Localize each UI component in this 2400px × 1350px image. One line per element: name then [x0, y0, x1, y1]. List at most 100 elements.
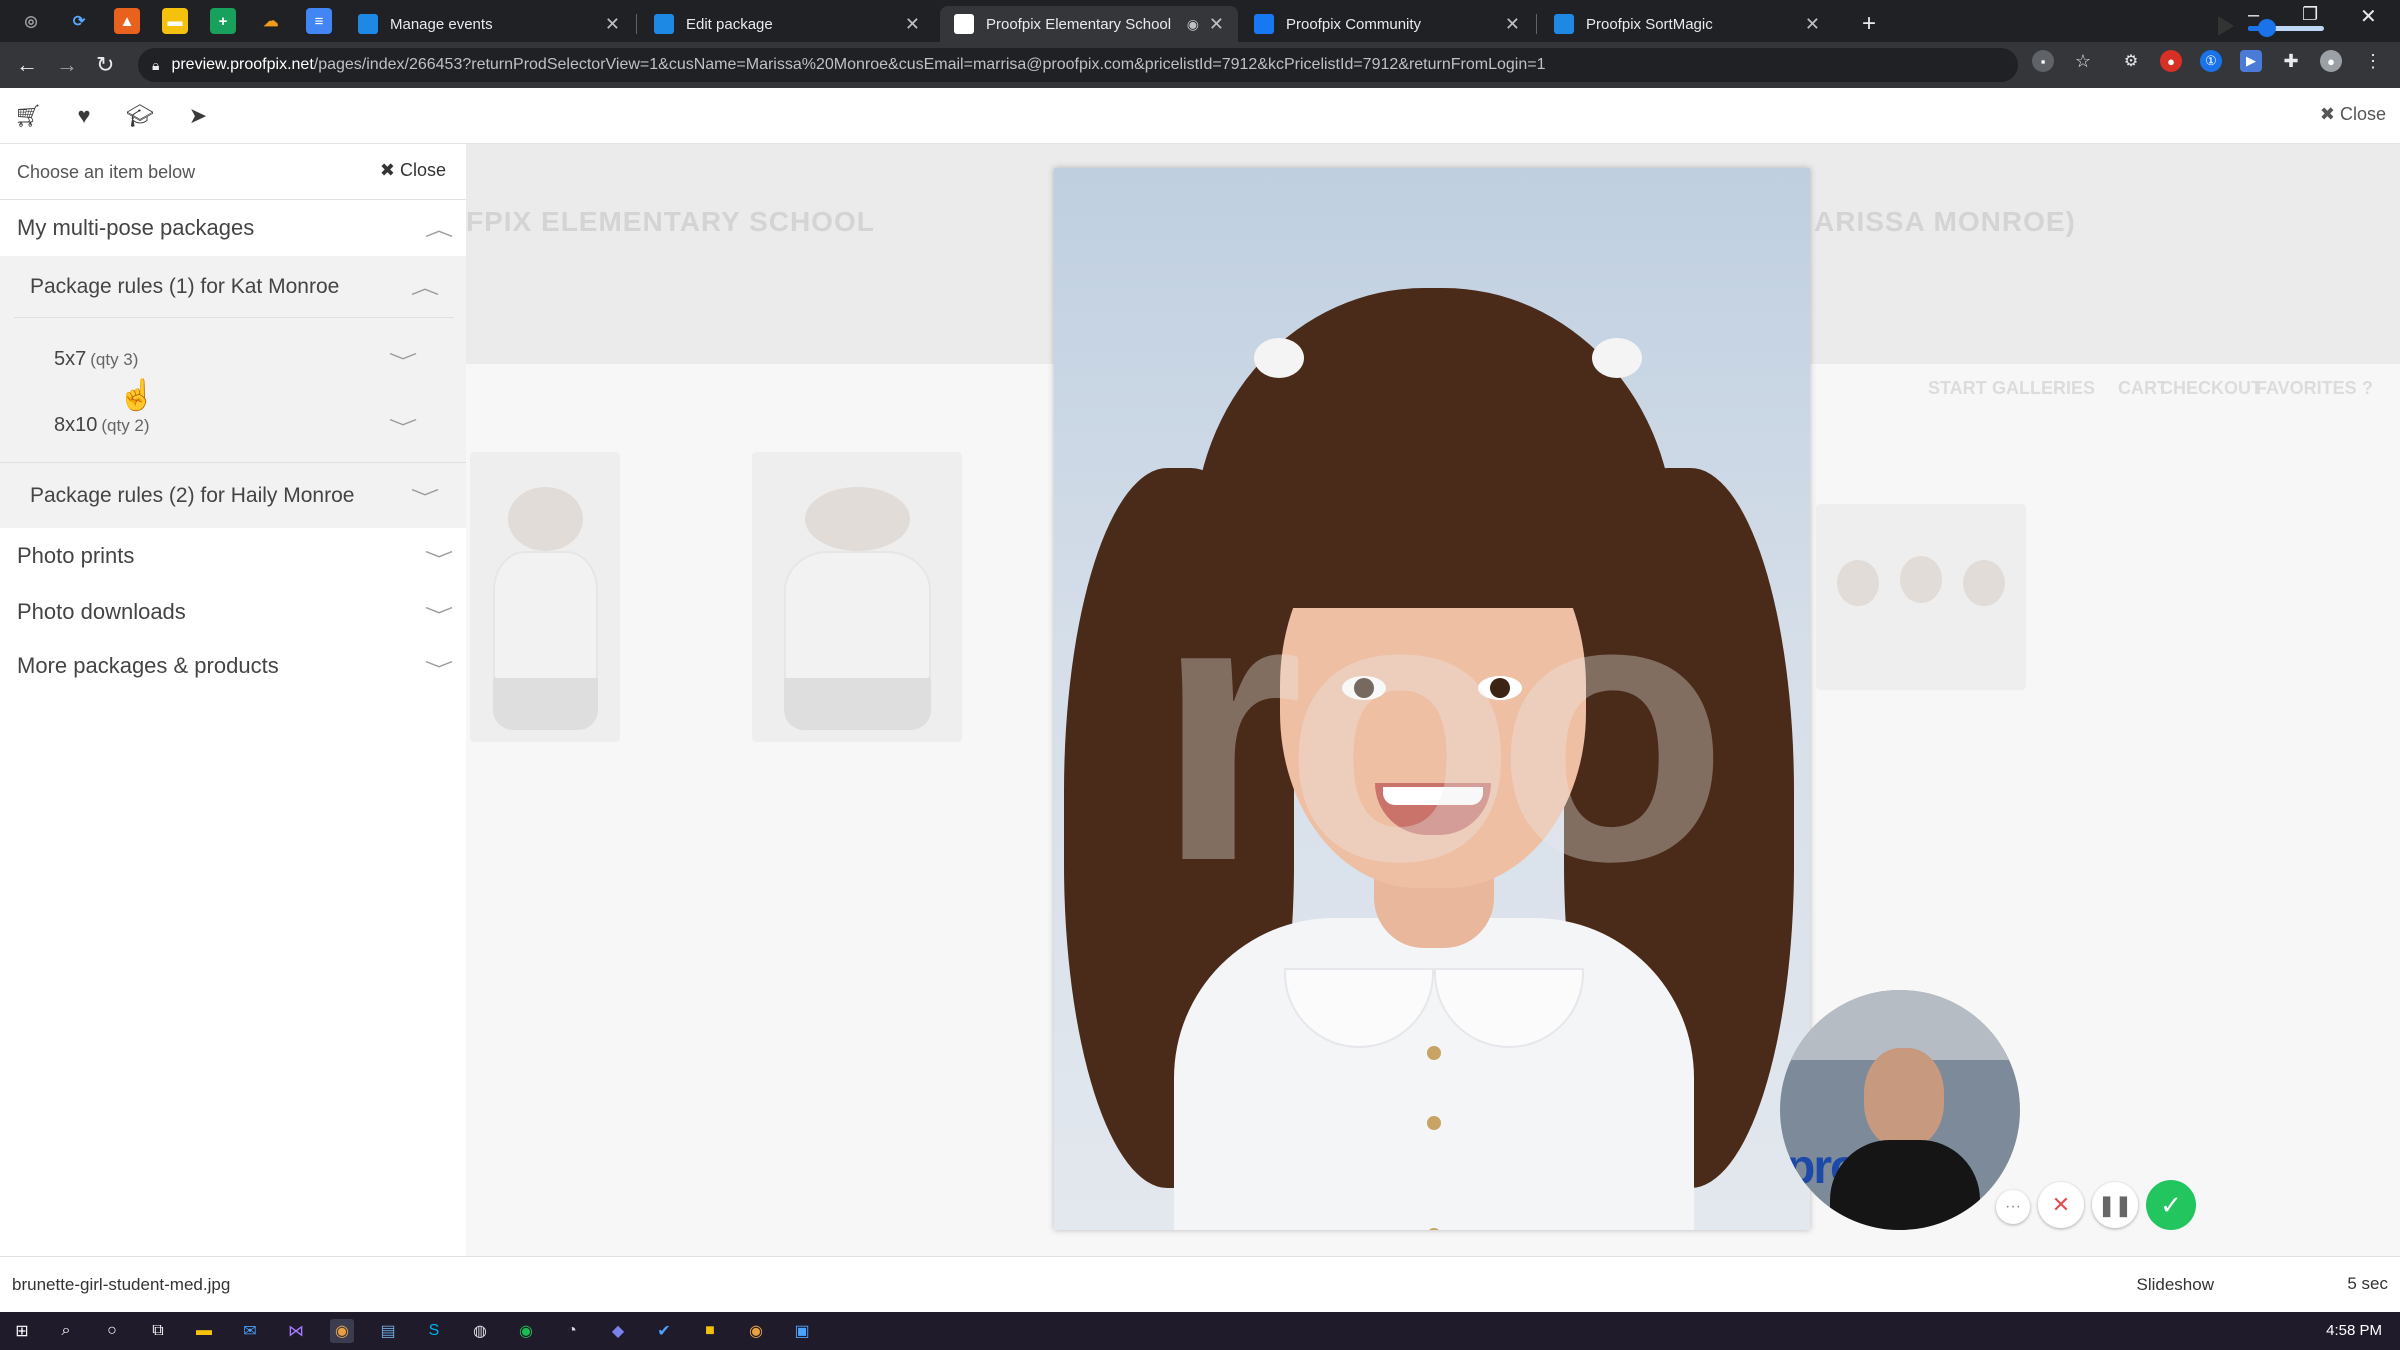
chrome-icon[interactable]: ◉: [330, 1319, 354, 1343]
slides-tab-icon[interactable]: ▬: [162, 8, 188, 34]
photo-preview: roo: [1054, 168, 1810, 1230]
pinned-tab-icon[interactable]: ◎: [18, 8, 44, 34]
cancel-recording-icon[interactable]: ✕: [2038, 1182, 2084, 1228]
close-tab-icon[interactable]: ✕: [1805, 14, 1820, 35]
app-icon[interactable]: ▤: [376, 1319, 400, 1343]
new-tab-button[interactable]: +: [1848, 6, 1884, 42]
close-tab-icon[interactable]: ✕: [1505, 14, 1520, 35]
spotify-icon[interactable]: ◉: [514, 1319, 538, 1343]
slideshow-speed-slider[interactable]: [2248, 19, 2324, 37]
todo-icon[interactable]: ✔: [652, 1319, 676, 1343]
school-title: FPIX ELEMENTARY SCHOOL: [466, 206, 875, 237]
task-view-icon[interactable]: ⧉: [146, 1319, 170, 1343]
customer-title: ARISSA MONROE): [1814, 206, 2076, 237]
docs-tab-icon[interactable]: ≡: [306, 8, 332, 34]
tab-title: Manage events: [390, 15, 493, 33]
package-rules-1-header[interactable]: Package rules (1) for Kat Monroe ︿: [14, 256, 454, 318]
window-close-icon[interactable]: ✕: [2360, 4, 2377, 29]
category-photo-prints[interactable]: Photo prints ﹀: [0, 528, 466, 584]
file-explorer-icon[interactable]: ▬: [192, 1319, 216, 1343]
tab-edit-package[interactable]: Edit package ✕: [640, 6, 934, 42]
package-rules-2-header[interactable]: Package rules (2) for Haily Monroe ﹀: [0, 466, 466, 526]
package-item-5x7[interactable]: 5x7 (qty 3) ﹀: [0, 334, 466, 384]
app-icon[interactable]: ◍: [468, 1319, 492, 1343]
nav-start[interactable]: START: [1928, 378, 1987, 399]
profile-avatar[interactable]: ●: [2320, 50, 2342, 72]
record-extension-icon[interactable]: ●: [2160, 50, 2182, 72]
close-button[interactable]: ✖ Close: [2320, 104, 2386, 125]
play-slideshow-icon[interactable]: [2218, 16, 2234, 36]
browser-tab-strip: ◎ ⟳ ▲ ▬ + ☁ ≡ Manage events ✕ Edit packa…: [0, 0, 2400, 42]
more-options-icon[interactable]: ···: [1996, 1190, 2030, 1224]
bookmark-star-icon[interactable]: ☆: [2072, 50, 2094, 72]
group-photo-thumbnail[interactable]: [1816, 504, 2026, 690]
restore-icon[interactable]: ❐: [2302, 4, 2318, 25]
app-icon[interactable]: ▣: [790, 1319, 814, 1343]
search-icon[interactable]: ⌕: [54, 1319, 78, 1343]
graduation-cap-icon[interactable]: 🎓︎: [126, 102, 154, 130]
close-tab-icon[interactable]: ✕: [1209, 14, 1224, 35]
minimize-icon[interactable]: –: [2248, 4, 2259, 27]
gallery-thumbnail[interactable]: [752, 452, 962, 742]
camera-extension-icon[interactable]: ▪: [2032, 50, 2054, 72]
proofpix-favicon: [358, 14, 378, 34]
app-top-bar: 🛒︎ ♥ 🎓︎ ➤ ✖ Close: [0, 88, 2400, 144]
tab-proofpix-sortmagic[interactable]: Proofpix SortMagic ✕: [1540, 6, 1834, 42]
close-label: Close: [2339, 104, 2386, 124]
sheets-tab-icon[interactable]: +: [210, 8, 236, 34]
chevron-down-icon: ﹀: [424, 550, 454, 570]
panel-close-button[interactable]: ✖ Close: [380, 160, 446, 181]
cloud-tab-icon[interactable]: ☁: [258, 8, 284, 34]
slideshow-label: Slideshow: [2136, 1275, 2215, 1294]
help-icon[interactable]: ?: [2362, 378, 2373, 399]
finish-recording-icon[interactable]: ✓: [2146, 1180, 2196, 1230]
visual-studio-icon[interactable]: ⋈: [284, 1319, 308, 1343]
package-rules-label: Package rules (1) for Kat Monroe: [30, 274, 340, 298]
chrome-icon[interactable]: ◉: [744, 1319, 768, 1343]
gallery-thumbnail[interactable]: [470, 452, 620, 742]
chevron-up-icon: ︿: [410, 278, 440, 298]
shirt: [1174, 918, 1694, 1230]
multi-pose-packages-header[interactable]: My multi-pose packages ︿: [0, 200, 466, 256]
photo-filename: brunette-girl-student-med.jpg: [12, 1275, 231, 1294]
panel-header: Choose an item below ✖ Close: [0, 144, 466, 200]
password-extension-icon[interactable]: ①: [2200, 50, 2222, 72]
package-item-8x10[interactable]: 8x10 (qty 2) ﹀: [0, 400, 466, 450]
start-icon[interactable]: ⊞: [10, 1319, 34, 1343]
teams-icon[interactable]: ◆: [606, 1319, 630, 1343]
presenter-shirt: [1830, 1140, 1980, 1230]
mail-icon[interactable]: ✉: [238, 1319, 262, 1343]
settings-extension-icon[interactable]: ⚙: [2120, 50, 2142, 72]
tab-manage-events[interactable]: Manage events ✕: [344, 6, 634, 42]
category-more-packages[interactable]: More packages & products ﹀: [0, 638, 466, 694]
puzzle-extensions-icon[interactable]: ✚: [2280, 50, 2302, 72]
send-icon[interactable]: ➤: [184, 102, 212, 130]
address-bar[interactable]: 🔒︎ preview.proofpix.net/pages/index/2664…: [138, 48, 2018, 82]
cortana-icon[interactable]: ○: [100, 1319, 124, 1343]
sync-tab-icon[interactable]: ⟳: [66, 8, 92, 34]
nav-checkout[interactable]: CHECKOUT: [2160, 378, 2262, 399]
close-tab-icon[interactable]: ✕: [605, 14, 620, 35]
pause-recording-icon[interactable]: ❚❚: [2092, 1182, 2138, 1228]
nav-favorites[interactable]: FAVORITES: [2256, 378, 2357, 399]
heart-icon[interactable]: ♥: [70, 102, 98, 130]
notes-icon[interactable]: ■: [698, 1319, 722, 1343]
webcam-bubble[interactable]: proof: [1780, 990, 2020, 1230]
close-tab-icon[interactable]: ✕: [905, 14, 920, 35]
orange-app-tab-icon[interactable]: ▲: [114, 8, 140, 34]
skype-icon[interactable]: S: [422, 1319, 446, 1343]
forward-icon[interactable]: →: [56, 52, 78, 78]
category-photo-downloads[interactable]: Photo downloads ﹀: [0, 584, 466, 640]
app-icon[interactable]: ◔: [560, 1319, 584, 1343]
page-favicon: [954, 14, 974, 34]
chevron-down-icon: ﹀: [388, 352, 418, 372]
tab-proofpix-community[interactable]: Proofpix Community ✕: [1240, 6, 1534, 42]
browser-menu-icon[interactable]: ⋮: [2362, 50, 2384, 72]
video-extension-icon[interactable]: ▶: [2240, 50, 2262, 72]
cart-icon[interactable]: 🛒︎: [14, 102, 42, 130]
reload-icon[interactable]: ↻: [96, 52, 114, 78]
slider-knob[interactable]: [2258, 19, 2276, 37]
nav-galleries[interactable]: GALLERIES: [1992, 378, 2095, 399]
back-icon[interactable]: ←: [16, 52, 38, 78]
tab-proofpix-elementary-school[interactable]: Proofpix Elementary School ◉ ✕: [940, 6, 1238, 42]
